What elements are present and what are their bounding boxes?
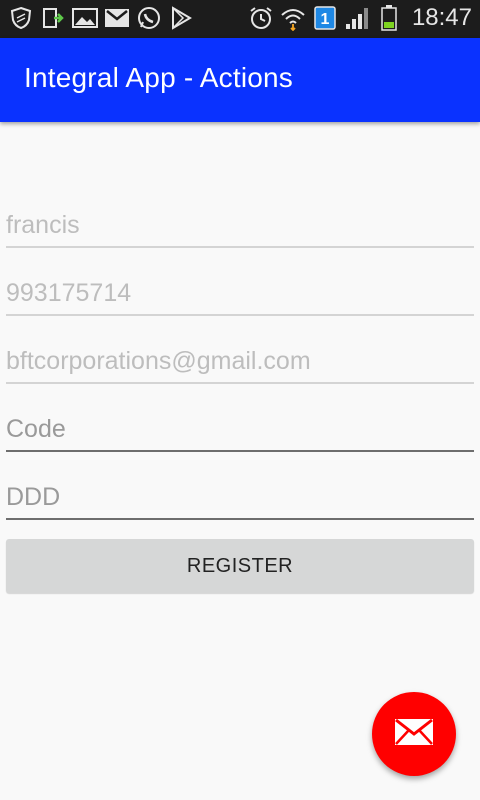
phone-field[interactable]: 993175714	[6, 270, 474, 316]
notification-count-badge: 1	[320, 11, 329, 28]
mail-fab-button[interactable]	[372, 692, 456, 776]
register-button[interactable]: REGISTER	[6, 539, 474, 593]
code-field-placeholder: Code	[6, 415, 66, 443]
ddd-field[interactable]: DDD	[6, 474, 474, 520]
sync-icon	[40, 5, 66, 31]
gmail-icon	[104, 5, 130, 31]
ddd-field-placeholder: DDD	[6, 483, 61, 511]
email-field-value: bftcorporations@gmail.com	[6, 347, 311, 375]
system-icons: 1 18:47	[248, 4, 472, 32]
phone-field-value: 993175714	[6, 279, 132, 307]
clock: 18:47	[411, 4, 472, 31]
battery-icon	[376, 5, 402, 31]
name-field-value: francis	[6, 211, 80, 239]
play-store-icon	[168, 5, 194, 31]
wifi-icon	[280, 5, 306, 31]
notification-icons	[8, 5, 194, 31]
alarm-icon	[248, 5, 274, 31]
mail-icon	[394, 718, 434, 751]
notification-count-icon: 1	[312, 5, 338, 31]
signal-icon	[344, 5, 370, 31]
status-bar: 1 18:47	[0, 0, 480, 38]
gallery-icon	[72, 5, 98, 31]
whatsapp-icon	[136, 5, 162, 31]
name-field[interactable]: francis	[6, 202, 474, 248]
shield-icon	[8, 5, 34, 31]
page-title: Integral App - Actions	[24, 62, 294, 93]
code-field[interactable]: Code	[6, 406, 474, 452]
app-bar: Integral App - Actions	[0, 38, 480, 122]
email-field[interactable]: bftcorporations@gmail.com	[6, 338, 474, 384]
